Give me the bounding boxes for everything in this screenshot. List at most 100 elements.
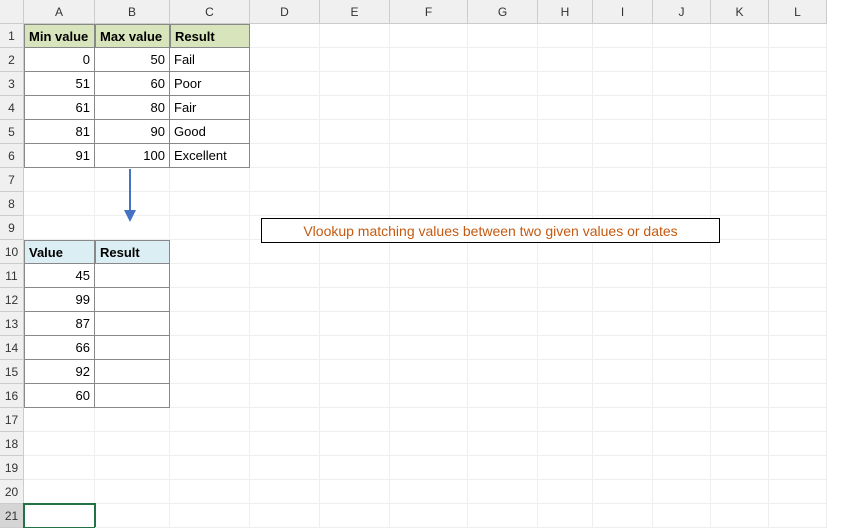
cell-K3[interactable] xyxy=(711,72,769,96)
cell-L2[interactable] xyxy=(769,48,827,72)
cell-B19[interactable] xyxy=(95,456,170,480)
cell-A8[interactable] xyxy=(24,192,95,216)
cell-B14[interactable] xyxy=(95,336,170,360)
cell-H5[interactable] xyxy=(538,120,593,144)
cell-D4[interactable] xyxy=(250,96,320,120)
cell-L10[interactable] xyxy=(769,240,827,264)
cell-G14[interactable] xyxy=(468,336,538,360)
cell-A20[interactable] xyxy=(24,480,95,504)
cell-E12[interactable] xyxy=(320,288,390,312)
cell-K13[interactable] xyxy=(711,312,769,336)
cell-F16[interactable] xyxy=(390,384,468,408)
row-header-20[interactable]: 20 xyxy=(0,480,24,504)
cell-I10[interactable] xyxy=(593,240,653,264)
cell-H13[interactable] xyxy=(538,312,593,336)
cell-J18[interactable] xyxy=(653,432,711,456)
cell-G15[interactable] xyxy=(468,360,538,384)
row-header-10[interactable]: 10 xyxy=(0,240,24,264)
cell-B12[interactable] xyxy=(95,288,170,312)
cell-I16[interactable] xyxy=(593,384,653,408)
cell-H7[interactable] xyxy=(538,168,593,192)
cell-I17[interactable] xyxy=(593,408,653,432)
cell-L8[interactable] xyxy=(769,192,827,216)
cell-H12[interactable] xyxy=(538,288,593,312)
col-header-D[interactable]: D xyxy=(250,0,320,24)
cell-G20[interactable] xyxy=(468,480,538,504)
cell-H2[interactable] xyxy=(538,48,593,72)
cell-D12[interactable] xyxy=(250,288,320,312)
cell-A9[interactable] xyxy=(24,216,95,240)
cell-F20[interactable] xyxy=(390,480,468,504)
cell-A19[interactable] xyxy=(24,456,95,480)
cell-F10[interactable] xyxy=(390,240,468,264)
cell-J13[interactable] xyxy=(653,312,711,336)
cell-F2[interactable] xyxy=(390,48,468,72)
cell-L12[interactable] xyxy=(769,288,827,312)
cell-H10[interactable] xyxy=(538,240,593,264)
cell-L5[interactable] xyxy=(769,120,827,144)
cell-G19[interactable] xyxy=(468,456,538,480)
cell-J7[interactable] xyxy=(653,168,711,192)
col-header-E[interactable]: E xyxy=(320,0,390,24)
cell-C8[interactable] xyxy=(170,192,250,216)
cell-B10[interactable]: Result xyxy=(95,240,170,264)
cell-B15[interactable] xyxy=(95,360,170,384)
row-header-15[interactable]: 15 xyxy=(0,360,24,384)
cell-I18[interactable] xyxy=(593,432,653,456)
cell-C14[interactable] xyxy=(170,336,250,360)
cell-C5[interactable]: Good xyxy=(170,120,250,144)
row-header-9[interactable]: 9 xyxy=(0,216,24,240)
cell-B20[interactable] xyxy=(95,480,170,504)
cell-H6[interactable] xyxy=(538,144,593,168)
cell-F15[interactable] xyxy=(390,360,468,384)
cell-B17[interactable] xyxy=(95,408,170,432)
cell-J5[interactable] xyxy=(653,120,711,144)
cell-I13[interactable] xyxy=(593,312,653,336)
cell-D16[interactable] xyxy=(250,384,320,408)
cell-A17[interactable] xyxy=(24,408,95,432)
cell-E1[interactable] xyxy=(320,24,390,48)
row-header-3[interactable]: 3 xyxy=(0,72,24,96)
cell-B18[interactable] xyxy=(95,432,170,456)
cell-E8[interactable] xyxy=(320,192,390,216)
cell-H20[interactable] xyxy=(538,480,593,504)
cell-C13[interactable] xyxy=(170,312,250,336)
cell-L20[interactable] xyxy=(769,480,827,504)
cell-E11[interactable] xyxy=(320,264,390,288)
row-header-6[interactable]: 6 xyxy=(0,144,24,168)
cell-H15[interactable] xyxy=(538,360,593,384)
cell-J17[interactable] xyxy=(653,408,711,432)
cell-G4[interactable] xyxy=(468,96,538,120)
cell-H19[interactable] xyxy=(538,456,593,480)
cell-E2[interactable] xyxy=(320,48,390,72)
cell-K17[interactable] xyxy=(711,408,769,432)
cell-C2[interactable]: Fail xyxy=(170,48,250,72)
cell-C4[interactable]: Fair xyxy=(170,96,250,120)
cell-B16[interactable] xyxy=(95,384,170,408)
cell-K19[interactable] xyxy=(711,456,769,480)
cell-L4[interactable] xyxy=(769,96,827,120)
cell-C9[interactable] xyxy=(170,216,250,240)
cell-J10[interactable] xyxy=(653,240,711,264)
col-header-I[interactable]: I xyxy=(593,0,653,24)
cell-H14[interactable] xyxy=(538,336,593,360)
cell-J15[interactable] xyxy=(653,360,711,384)
cell-E16[interactable] xyxy=(320,384,390,408)
cell-H17[interactable] xyxy=(538,408,593,432)
cell-G6[interactable] xyxy=(468,144,538,168)
cell-I15[interactable] xyxy=(593,360,653,384)
cell-A2[interactable]: 0 xyxy=(24,48,95,72)
cell-H8[interactable] xyxy=(538,192,593,216)
cell-J14[interactable] xyxy=(653,336,711,360)
cell-F19[interactable] xyxy=(390,456,468,480)
cell-D2[interactable] xyxy=(250,48,320,72)
cell-G2[interactable] xyxy=(468,48,538,72)
cell-I7[interactable] xyxy=(593,168,653,192)
cell-E3[interactable] xyxy=(320,72,390,96)
row-header-13[interactable]: 13 xyxy=(0,312,24,336)
cell-G18[interactable] xyxy=(468,432,538,456)
cell-G17[interactable] xyxy=(468,408,538,432)
row-header-8[interactable]: 8 xyxy=(0,192,24,216)
cell-B8[interactable] xyxy=(95,192,170,216)
cell-A11[interactable]: 45 xyxy=(24,264,95,288)
